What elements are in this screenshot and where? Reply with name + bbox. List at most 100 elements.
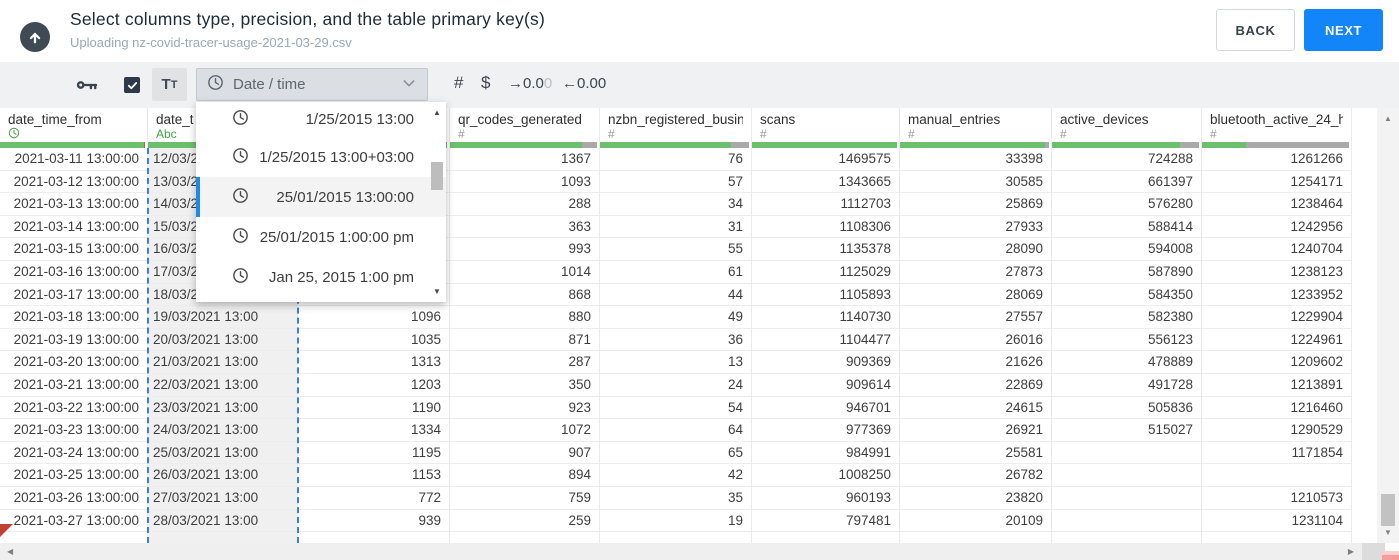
table-cell[interactable]: 1240704 (1202, 238, 1351, 261)
table-cell[interactable]: 939 (298, 510, 449, 533)
table-cell[interactable]: 2021-03-14 13:00:00 (0, 216, 147, 239)
table-cell[interactable]: 2021-03-15 13:00:00 (0, 238, 147, 261)
table-column[interactable]: scans #1469575 1343665 1112703 1108306 113537… (752, 108, 900, 543)
table-cell[interactable]: 587890 (1052, 261, 1201, 284)
table-cell[interactable]: 287 (450, 351, 599, 374)
table-cell[interactable]: 23/03/2021 13:00 (148, 397, 297, 420)
table-cell[interactable]: 984991 (752, 442, 899, 465)
table-cell[interactable]: 24 (600, 374, 751, 397)
scroll-left-icon[interactable]: ◀ (7, 547, 13, 556)
table-cell[interactable]: 54 (600, 397, 751, 420)
table-cell[interactable]: 2021-03-20 13:00:00 (0, 351, 147, 374)
table-cell[interactable]: 1233952 (1202, 284, 1351, 307)
table-cell[interactable]: 2021-03-11 13:00:00 (0, 148, 147, 171)
table-cell[interactable]: 1238123 (1202, 261, 1351, 284)
column-header[interactable]: manual_entries # (900, 108, 1051, 148)
table-cell[interactable]: 26921 (900, 419, 1051, 442)
dropdown-option[interactable]: 1/25/2015 13:00 (196, 102, 446, 137)
table-cell[interactable]: 1014 (450, 261, 599, 284)
table-horizontal-scrollbar[interactable]: ◀ ▶ (0, 543, 1362, 560)
table-cell[interactable]: 42 (600, 464, 751, 487)
table-cell[interactable]: 2021-03-27 13:00:00 (0, 510, 147, 533)
table-cell[interactable]: 556123 (1052, 329, 1201, 352)
table-cell[interactable]: 1209602 (1202, 351, 1351, 374)
table-cell[interactable]: 1195 (298, 442, 449, 465)
table-cell[interactable]: 2021-03-17 13:00:00 (0, 284, 147, 307)
scroll-up-icon[interactable]: ▲ (1377, 114, 1399, 123)
table-cell[interactable]: 661397 (1052, 171, 1201, 194)
table-cell[interactable]: 27873 (900, 261, 1051, 284)
table-cell[interactable]: 868 (450, 284, 599, 307)
table-cell[interactable]: 2021-03-13 13:00:00 (0, 193, 147, 216)
table-cell[interactable]: 909614 (752, 374, 899, 397)
table-cell[interactable]: 1238464 (1202, 193, 1351, 216)
table-cell[interactable]: 1229904 (1202, 306, 1351, 329)
table-cell[interactable]: 363 (450, 216, 599, 239)
table-cell[interactable]: 65 (600, 442, 751, 465)
table-cell[interactable]: 28/03/2021 13:00 (148, 510, 297, 533)
table-cell[interactable]: 772 (298, 487, 449, 510)
table-cell[interactable]: 2021-03-19 13:00:00 (0, 329, 147, 352)
table-cell[interactable]: 491728 (1052, 374, 1201, 397)
table-cell[interactable]: 25/03/2021 13:00 (148, 442, 297, 465)
table-cell[interactable]: 1203 (298, 374, 449, 397)
table-cell[interactable]: 584350 (1052, 284, 1201, 307)
scroll-right-icon[interactable]: ▶ (1348, 547, 1354, 556)
table-cell[interactable]: 759 (450, 487, 599, 510)
table-cell[interactable] (1052, 487, 1201, 510)
column-header[interactable]: active_devices # (1052, 108, 1201, 148)
table-cell[interactable]: 31 (600, 216, 751, 239)
table-column[interactable]: nzbn_registered_busine #76 57 34 31 55 61 44 49 3… (600, 108, 752, 543)
table-cell[interactable]: 25869 (900, 193, 1051, 216)
column-header[interactable]: qr_codes_generated # (450, 108, 599, 148)
table-cell[interactable]: 871 (450, 329, 599, 352)
dropdown-option[interactable]: 1/25/2015 13:00+03:00 (196, 137, 446, 177)
datetime-format-select[interactable]: Date / time (196, 68, 428, 101)
table-cell[interactable]: 13 (600, 351, 751, 374)
table-cell[interactable]: 2021-03-22 13:00:00 (0, 397, 147, 420)
table-cell[interactable]: 1313 (298, 351, 449, 374)
table-cell[interactable]: 582380 (1052, 306, 1201, 329)
table-column[interactable]: manual_entries #33398 30585 25869 27933 28090… (900, 108, 1052, 543)
table-cell[interactable]: 1108306 (752, 216, 899, 239)
table-cell[interactable]: 21/03/2021 13:00 (148, 351, 297, 374)
table-cell[interactable]: 1367 (450, 148, 599, 171)
table-cell[interactable]: 588414 (1052, 216, 1201, 239)
dropdown-option[interactable]: Jan 25, 2015 1:00 pm (196, 257, 446, 297)
table-cell[interactable]: 26782 (900, 464, 1051, 487)
table-cell[interactable]: 30585 (900, 171, 1051, 194)
column-header[interactable]: scans # (752, 108, 899, 148)
table-cell[interactable]: 1261266 (1202, 148, 1351, 171)
table-vertical-scrollbar[interactable]: ▲ ▼ (1377, 108, 1399, 543)
table-cell[interactable]: 478889 (1052, 351, 1201, 374)
column-header[interactable]: bluetooth_active_24_hr_# (1202, 108, 1351, 148)
table-cell[interactable] (1052, 442, 1201, 465)
table-cell[interactable]: 960193 (752, 487, 899, 510)
table-cell[interactable]: 1213891 (1202, 374, 1351, 397)
table-cell[interactable]: 49 (600, 306, 751, 329)
scroll-down-icon[interactable]: ▼ (1377, 528, 1399, 537)
table-cell[interactable]: 1216460 (1202, 397, 1351, 420)
table-cell[interactable]: 28069 (900, 284, 1051, 307)
table-cell[interactable]: 515027 (1052, 419, 1201, 442)
table-cell[interactable]: 22/03/2021 13:00 (148, 374, 297, 397)
table-cell[interactable]: 19 (600, 510, 751, 533)
table-cell[interactable]: 44 (600, 284, 751, 307)
table-cell[interactable]: 27933 (900, 216, 1051, 239)
table-cell[interactable]: 1072 (450, 419, 599, 442)
table-cell[interactable]: 1190 (298, 397, 449, 420)
table-cell[interactable]: 1135378 (752, 238, 899, 261)
table-cell[interactable]: 576280 (1052, 193, 1201, 216)
increase-decimals-button[interactable]: →0.00 (508, 75, 552, 92)
table-cell[interactable]: 25581 (900, 442, 1051, 465)
table-cell[interactable]: 2021-03-21 13:00:00 (0, 374, 147, 397)
table-cell[interactable]: 923 (450, 397, 599, 420)
table-cell[interactable]: 993 (450, 238, 599, 261)
table-cell[interactable]: 259 (450, 510, 599, 533)
table-cell[interactable]: 894 (450, 464, 599, 487)
table-cell[interactable]: 1469575 (752, 148, 899, 171)
table-column[interactable]: qr_codes_generated #1367 1093 288 363 993 1014… (450, 108, 600, 543)
table-cell[interactable]: 1224961 (1202, 329, 1351, 352)
table-cell[interactable]: 1008250 (752, 464, 899, 487)
text-type-button[interactable]: TT (152, 68, 187, 101)
